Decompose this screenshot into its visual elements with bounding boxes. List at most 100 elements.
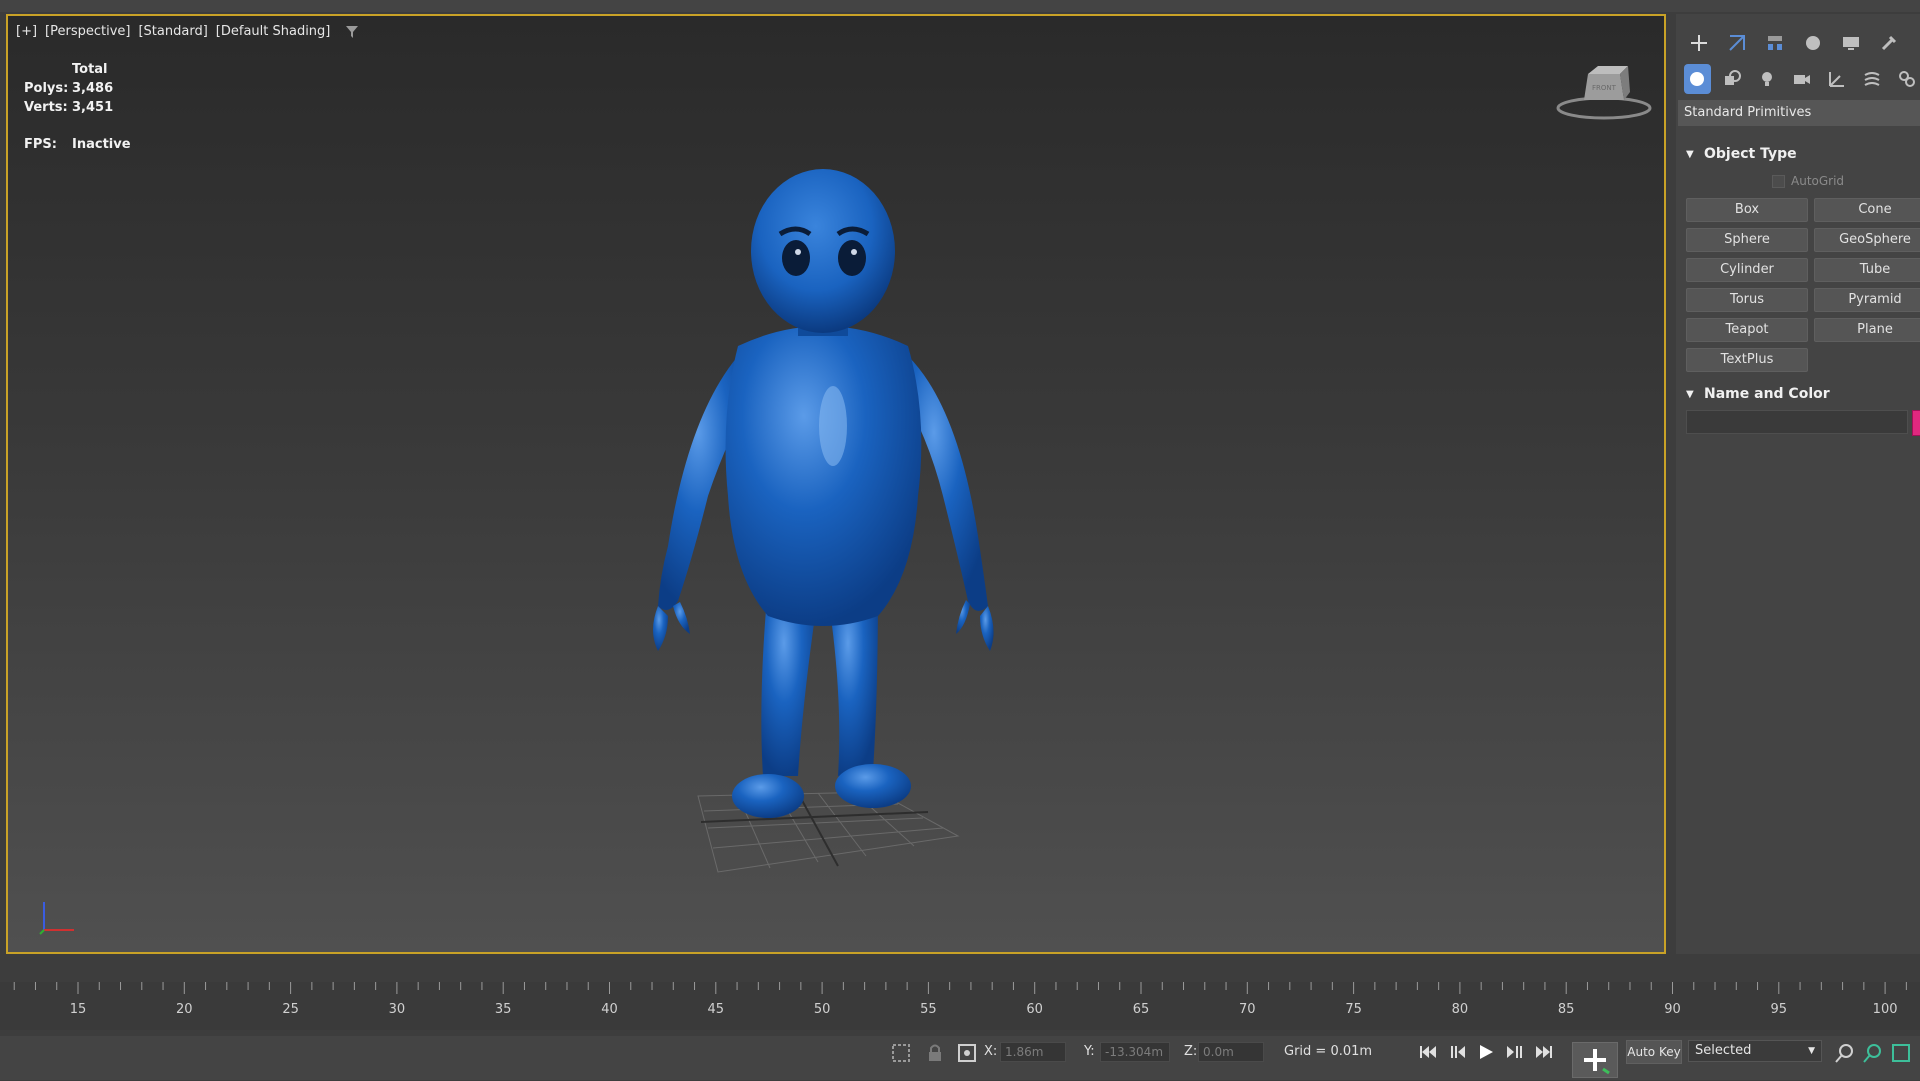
filter-icon[interactable] (346, 25, 359, 38)
frame-tick-label: 25 (282, 1002, 299, 1017)
viewport-label-menu[interactable]: [+] [Perspective] [Standard] [Default Sh… (14, 24, 359, 39)
frame-tick-label: 70 (1239, 1002, 1256, 1017)
grid-size-readout: Grid = 0.01m (1284, 1044, 1373, 1059)
zoom-extents-icon[interactable] (1890, 1042, 1912, 1064)
viewport-standard-menu[interactable]: [Standard] (136, 24, 209, 39)
viewport-statistics: Total Polys: 3,486 Verts: 3,451 FPS: Inacti… (24, 60, 131, 154)
autogrid-checkbox[interactable]: AutoGrid (1772, 174, 1844, 188)
next-frame-icon[interactable] (1502, 1042, 1526, 1062)
object-type-rollout[interactable]: ▼ Object Type (1678, 142, 1920, 166)
tube-button[interactable]: Tube (1814, 258, 1920, 282)
perspective-viewport[interactable]: [+] [Perspective] [Standard] [Default Sh… (6, 14, 1666, 954)
stats-total-label: Total (72, 62, 108, 77)
frame-tick-label: 55 (920, 1002, 937, 1017)
name-and-color-rollout[interactable]: ▼ Name and Color (1678, 382, 1920, 406)
utilities-tab-icon[interactable] (1874, 28, 1904, 58)
frame-tick-label: 85 (1557, 1002, 1575, 1017)
frame-tick-label: 65 (1132, 1002, 1150, 1017)
absolute-mode-transform-icon[interactable] (956, 1042, 978, 1064)
sphere-button[interactable]: Sphere (1686, 228, 1808, 252)
zoom-icon[interactable] (1834, 1042, 1856, 1064)
modify-tab-icon[interactable] (1722, 28, 1752, 58)
collapse-triangle-icon: ▼ (1686, 388, 1694, 400)
autogrid-check-box[interactable] (1772, 174, 1785, 188)
z-coordinate-label: Z: (1184, 1044, 1198, 1059)
space-warps-icon[interactable] (1858, 64, 1885, 94)
object-name-field[interactable] (1686, 410, 1908, 434)
go-to-start-icon[interactable] (1416, 1042, 1440, 1062)
primitive-category-dropdown[interactable]: Standard Primitives (1678, 100, 1920, 126)
viewport-pov-menu[interactable]: [Perspective] (43, 24, 132, 39)
viewcube[interactable]: FRONT (1554, 60, 1654, 130)
y-coordinate-label: Y: (1084, 1044, 1095, 1059)
hierarchy-tab-icon[interactable] (1760, 28, 1790, 58)
frame-tick-label: 40 (601, 1002, 618, 1017)
command-panel-tabs (1676, 28, 1920, 58)
x-coordinate-field[interactable]: 1.86m (1000, 1042, 1066, 1062)
frame-tick-label: 20 (176, 1002, 193, 1017)
plane-button[interactable]: Plane (1814, 318, 1920, 342)
frame-tick-label: 100 (1872, 1002, 1898, 1017)
create-subcategory-tabs (1676, 64, 1920, 94)
isolate-selection-icon[interactable] (890, 1042, 912, 1064)
object-color-swatch[interactable] (1912, 410, 1920, 436)
character-model[interactable] (628, 156, 1028, 876)
frame-tick-label: 95 (1770, 1002, 1788, 1017)
create-tab-icon[interactable] (1684, 28, 1714, 58)
viewport-plus-menu[interactable]: [+] (14, 24, 39, 39)
textplus-button[interactable]: TextPlus (1686, 348, 1808, 372)
frame-tick-label: 30 (388, 1002, 406, 1017)
z-coordinate-field[interactable]: 0.0m (1198, 1042, 1264, 1062)
command-panel: Standard Primitives ▼ Object Type AutoGr… (1676, 14, 1920, 954)
motion-tab-icon[interactable] (1798, 28, 1828, 58)
systems-icon[interactable] (1893, 64, 1920, 94)
polys-value: 3,486 (72, 81, 114, 96)
cylinder-button[interactable]: Cylinder (1686, 258, 1808, 282)
box-button[interactable]: Box (1686, 198, 1808, 222)
previous-frame-icon[interactable] (1446, 1042, 1470, 1062)
go-to-end-icon[interactable] (1532, 1042, 1556, 1062)
fps-value: Inactive (72, 137, 131, 152)
status-bar: X: 1.86m Y: -13.304m Z: 0.0m Grid = 0.01… (0, 1036, 1920, 1080)
verts-value: 3,451 (72, 100, 114, 115)
polys-label: Polys: (24, 81, 69, 96)
lights-icon[interactable] (1754, 64, 1781, 94)
chevron-down-icon: ▼ (1808, 1046, 1815, 1056)
torus-button[interactable]: Torus (1686, 288, 1808, 312)
cameras-icon[interactable] (1789, 64, 1816, 94)
helpers-icon[interactable] (1823, 64, 1850, 94)
frame-tick-label: 75 (1345, 1002, 1362, 1017)
y-coordinate-field[interactable]: -13.304m (1100, 1042, 1170, 1062)
geosphere-button[interactable]: GeoSphere (1814, 228, 1920, 252)
viewcube-face-label: FRONT (1592, 84, 1617, 92)
axis-tripod-icon (39, 902, 74, 935)
frame-tick-label: 50 (813, 1002, 831, 1017)
key-selection-value: Selected (1695, 1043, 1752, 1058)
auto-key-button[interactable]: Auto Key (1626, 1040, 1682, 1064)
key-selection-dropdown[interactable]: Selected ▼ (1688, 1040, 1822, 1062)
verts-label: Verts: (24, 100, 68, 115)
frame-tick-label: 90 (1664, 1002, 1681, 1017)
teapot-button[interactable]: Teapot (1686, 318, 1808, 342)
play-animation-icon[interactable] (1474, 1042, 1498, 1062)
frame-tick-label: 80 (1451, 1002, 1469, 1017)
frame-tick-label: 35 (494, 1002, 512, 1017)
collapse-triangle-icon: ▼ (1686, 148, 1694, 160)
shapes-icon[interactable] (1719, 64, 1746, 94)
key-plus-icon (1584, 1049, 1610, 1075)
lock-selection-icon[interactable] (924, 1042, 946, 1064)
zoom-all-icon[interactable] (1862, 1042, 1884, 1064)
track-bar[interactable]: 15 20 25 30 35 40 45 50 55 60 65 70 75 80 85 90 95 100 (0, 982, 1920, 1030)
frame-tick-label: 15 (69, 1002, 87, 1017)
x-coordinate-label: X: (984, 1044, 998, 1059)
name-and-color-title: Name and Color (1704, 386, 1830, 402)
autogrid-label: AutoGrid (1791, 174, 1845, 188)
object-type-title: Object Type (1704, 146, 1797, 162)
geometry-icon[interactable] (1684, 64, 1711, 94)
set-keys-button[interactable] (1572, 1042, 1618, 1078)
display-tab-icon[interactable] (1836, 28, 1866, 58)
pyramid-button[interactable]: Pyramid (1814, 288, 1920, 312)
viewport-shading-menu[interactable]: [Default Shading] (214, 24, 333, 39)
fps-label: FPS: (24, 137, 57, 152)
cone-button[interactable]: Cone (1814, 198, 1920, 222)
